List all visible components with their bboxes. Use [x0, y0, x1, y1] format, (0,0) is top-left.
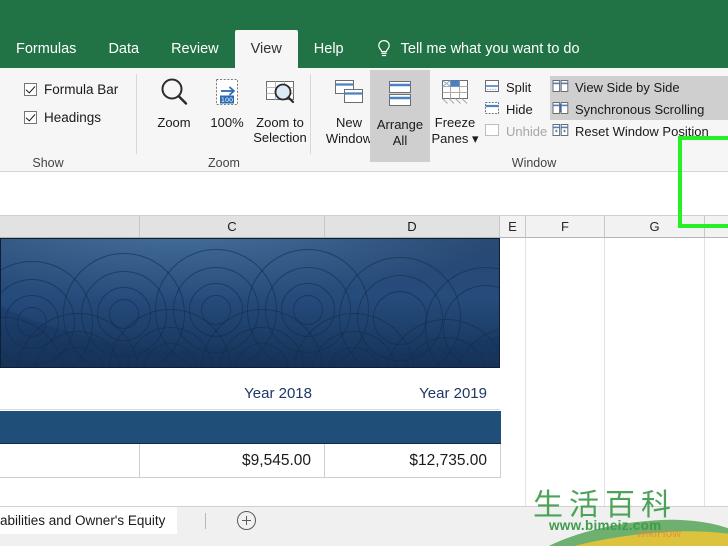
side-by-side-icon — [552, 79, 569, 96]
show-formula-bar-row[interactable]: Formula Bar — [24, 76, 118, 102]
tab-review[interactable]: Review — [155, 30, 235, 68]
split-label: Split — [506, 79, 532, 95]
sheet-tab-divider — [205, 513, 206, 529]
unhide-command: Unhide — [482, 120, 552, 142]
lightbulb-icon — [376, 39, 392, 59]
zoom-100-button[interactable]: 100 100% — [202, 72, 252, 130]
ribbon-group-zoom: Zoom 100 100% Zoom to Selection Zoom — [140, 68, 308, 172]
arrange-all-label: Arrange All — [376, 117, 424, 148]
split-command[interactable]: Split — [482, 76, 552, 98]
year-2018-header[interactable]: Year 2018 — [140, 368, 325, 410]
column-header-c[interactable]: C — [140, 216, 325, 237]
group-separator-1 — [136, 74, 137, 154]
totals-label-cell[interactable] — [0, 444, 140, 478]
zoom-100-label: 100% — [210, 115, 244, 130]
chevron-down-icon[interactable]: ▾ — [472, 131, 479, 146]
formula-bar-label: Formula Bar — [44, 81, 119, 97]
ribbon-group-window: New Window Arrange All Freeze Panes ▾ Sp… — [314, 68, 728, 228]
total-2018-cell[interactable]: $9,545.00 — [140, 444, 325, 478]
sync-scroll-icon — [552, 101, 569, 118]
ribbon-tab-strip: Formulas Data Review View Help Tell me w… — [0, 0, 728, 68]
column-header-g[interactable]: G — [605, 216, 705, 237]
column-header-row: C D E F G — [0, 216, 728, 238]
ribbon-body: nes Formula Bar Headings Show — [0, 68, 728, 228]
split-icon — [484, 79, 500, 96]
arrange-all-icon — [382, 74, 418, 114]
formula-bar-area[interactable] — [0, 172, 728, 216]
tab-formulas[interactable]: Formulas — [0, 30, 92, 68]
decorative-banner-image[interactable] — [0, 238, 500, 368]
reset-window-position-command[interactable]: Reset Window Position — [550, 120, 728, 142]
tell-me-box[interactable]: Tell me what you want to do — [360, 30, 580, 68]
add-sheet-button[interactable] — [237, 511, 256, 530]
totals-row: $9,545.00 $12,735.00 — [0, 444, 501, 478]
unhide-label: Unhide — [506, 123, 548, 139]
freeze-panes-button[interactable]: Freeze Panes ▾ — [428, 72, 482, 147]
zoom-to-selection-button[interactable]: Zoom to Selection — [250, 72, 310, 145]
zoom-to-selection-label: Zoom to Selection — [253, 115, 307, 145]
zoom-selection-icon — [262, 72, 298, 112]
tell-me-label: Tell me what you want to do — [400, 41, 580, 57]
tab-help[interactable]: Help — [298, 30, 360, 68]
year-row-underline — [0, 409, 500, 410]
column-header-h[interactable] — [705, 216, 728, 237]
view-side-by-side-command[interactable]: View Side by Side — [550, 76, 728, 98]
worksheet-grid[interactable]: Year 2018 Year 2019 $9,545.00 $12,735.00 — [0, 238, 728, 506]
hide-icon — [484, 101, 500, 118]
reset-window-position-label: Reset Window Position — [575, 123, 709, 139]
unhide-icon — [484, 123, 500, 140]
tab-view[interactable]: View — [234, 30, 298, 68]
column-header-b[interactable] — [0, 216, 140, 237]
tab-data[interactable]: Data — [92, 30, 155, 68]
hide-command[interactable]: Hide — [482, 98, 552, 120]
year-2019-header[interactable]: Year 2019 — [325, 368, 500, 410]
synchronous-scrolling-command[interactable]: Synchronous Scrolling — [550, 98, 728, 120]
column-header-e[interactable]: E — [500, 216, 526, 237]
section-band-row[interactable] — [0, 411, 501, 444]
arrange-all-button[interactable]: Arrange All — [370, 70, 430, 162]
new-window-icon — [331, 72, 367, 112]
excel-window: Formulas Data Review View Help Tell me w… — [0, 0, 728, 546]
synchronous-scrolling-label: Synchronous Scrolling — [575, 101, 705, 117]
zoom-button[interactable]: Zoom — [146, 72, 202, 130]
freeze-panes-label: Freeze Panes ▾ — [431, 115, 479, 146]
headings-label: Headings — [44, 109, 102, 125]
column-header-d[interactable]: D — [325, 216, 500, 237]
year-header-row: Year 2018 Year 2019 — [0, 368, 500, 410]
group-label-show: Show — [32, 156, 64, 170]
ribbon-group-show: nes Formula Bar Headings Show — [0, 68, 130, 172]
headings-checkbox[interactable] — [24, 110, 37, 124]
formula-bar-checkbox[interactable] — [24, 82, 37, 96]
new-window-button[interactable]: New Window — [322, 72, 376, 147]
total-2019-cell[interactable]: $12,735.00 — [325, 444, 501, 478]
sheet-tab-liabilities[interactable]: abilities and Owner's Equity — [0, 507, 178, 534]
group-label-window: Window — [511, 156, 557, 170]
show-headings-row[interactable]: Headings — [24, 104, 101, 130]
svg-text:100: 100 — [221, 96, 233, 104]
sheet-tab-bar: abilities and Owner's Equity — [0, 506, 728, 546]
page-100-icon: 100 — [210, 72, 244, 112]
group-label-zoom: Zoom — [208, 156, 240, 170]
ribbon-tabs: Formulas Data Review View Help Tell me w… — [0, 30, 728, 68]
column-header-f[interactable]: F — [526, 216, 605, 237]
view-side-by-side-label: View Side by Side — [575, 79, 680, 95]
hide-label: Hide — [506, 101, 533, 117]
group-separator-2 — [310, 74, 311, 154]
magnifier-icon — [157, 72, 191, 112]
freeze-panes-icon — [437, 72, 473, 112]
zoom-button-label: Zoom — [157, 115, 191, 130]
reset-window-icon — [552, 123, 569, 140]
